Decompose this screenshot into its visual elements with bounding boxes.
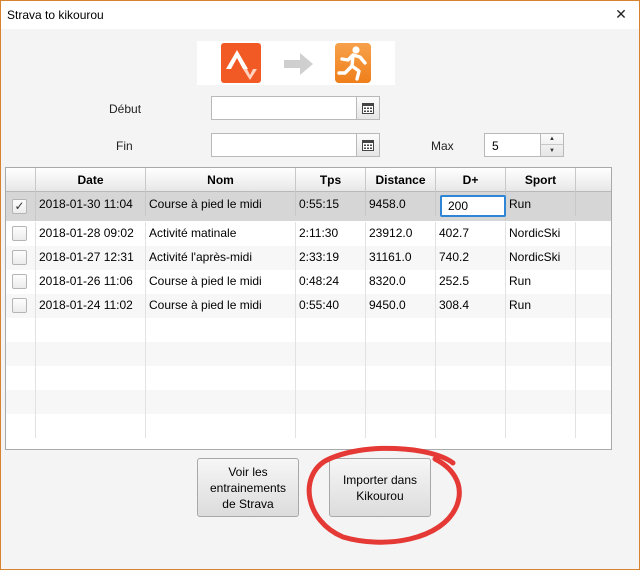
- row-checkbox[interactable]: [12, 274, 27, 289]
- row-checkbox[interactable]: ✓: [12, 199, 27, 214]
- column-header-check[interactable]: [6, 168, 36, 192]
- cell-nom: Course à pied le midi: [146, 294, 296, 318]
- cell-distance: 31161.0: [366, 246, 436, 270]
- empty-row: [6, 342, 611, 366]
- cell-dplus: 740.2: [436, 246, 506, 270]
- column-header-tps[interactable]: Tps: [296, 168, 366, 192]
- table-header: Date Nom Tps Distance D+ Sport: [6, 168, 611, 192]
- cell-nom: Activité matinale: [146, 222, 296, 246]
- row-checkbox-cell: ✓: [6, 192, 36, 221]
- voir-entrainements-button[interactable]: Voir les entrainements de Strava: [197, 458, 299, 517]
- voir-entrainements-label: Voir les entrainements de Strava: [210, 464, 286, 512]
- column-header-dplus[interactable]: D+: [436, 168, 506, 192]
- voir-label-line1: Voir les: [228, 464, 268, 479]
- app-window: Strava to kikourou ✕ Début Fin Max 5 ▲ ▼…: [0, 0, 640, 570]
- title-bar: Strava to kikourou ✕: [1, 1, 639, 29]
- empty-row: [6, 318, 611, 342]
- voir-label-line3: de Strava: [222, 496, 274, 511]
- debut-label: Début: [109, 102, 142, 116]
- empty-row: [6, 390, 611, 414]
- column-header-date[interactable]: Date: [36, 168, 146, 192]
- cell-distance: 8320.0: [366, 270, 436, 294]
- row-checkbox-cell: [6, 270, 36, 294]
- column-header-sport[interactable]: Sport: [506, 168, 576, 192]
- fin-date-input[interactable]: [211, 133, 357, 157]
- cell-sport: Run: [506, 294, 576, 318]
- cell-date: 2018-01-24 11:02: [36, 294, 146, 318]
- voir-label-line2: entrainements: [209, 480, 287, 495]
- strava-logo-icon: [221, 43, 261, 83]
- kikourou-runner-icon: [335, 43, 371, 83]
- table-row[interactable]: 2018-01-27 12:31 Activité l'après-midi 2…: [6, 246, 611, 270]
- cell-distance: 9450.0: [366, 294, 436, 318]
- row-checkbox-cell: [6, 246, 36, 270]
- cell-date: 2018-01-27 12:31: [36, 246, 146, 270]
- cell-date: 2018-01-28 09:02: [36, 222, 146, 246]
- table-row[interactable]: ✓ 2018-01-30 11:04 Course à pied le midi…: [6, 192, 611, 221]
- row-checkbox[interactable]: [12, 250, 27, 265]
- cell-dplus: 402.7: [436, 222, 506, 246]
- spinner-down-icon[interactable]: ▼: [541, 145, 563, 156]
- debut-date-input[interactable]: [211, 96, 357, 120]
- cell-tps: 0:55:15: [296, 192, 366, 216]
- empty-row: [6, 366, 611, 390]
- annotation-circle: [306, 445, 462, 545]
- cell-dplus: 252.5: [436, 270, 506, 294]
- cell-nom: Course à pied le midi: [146, 270, 296, 294]
- fin-calendar-button[interactable]: [356, 133, 380, 157]
- cell-sport: NordicSki: [506, 246, 576, 270]
- row-checkbox-cell: [6, 222, 36, 246]
- fin-label: Fin: [116, 139, 133, 153]
- table-row[interactable]: 2018-01-28 09:02 Activité matinale 2:11:…: [6, 222, 611, 246]
- cell-date: 2018-01-26 11:06: [36, 270, 146, 294]
- max-spinner-buttons: ▲ ▼: [540, 133, 564, 157]
- table-row[interactable]: 2018-01-26 11:06 Course à pied le midi 0…: [6, 270, 611, 294]
- cell-nom: Activité l'après-midi: [146, 246, 296, 270]
- row-checkbox[interactable]: [12, 226, 27, 241]
- cell-tps: 0:55:40: [296, 294, 366, 318]
- row-checkbox-cell: [6, 294, 36, 318]
- cell-tps: 2:33:19: [296, 246, 366, 270]
- spinner-up-icon[interactable]: ▲: [541, 134, 563, 145]
- cell-sport: Run: [506, 270, 576, 294]
- max-label: Max: [431, 139, 454, 153]
- cell-distance: 23912.0: [366, 222, 436, 246]
- cell-sport: NordicSki: [506, 222, 576, 246]
- max-spinner-input[interactable]: 5: [484, 133, 540, 157]
- activities-table: Date Nom Tps Distance D+ Sport ✓ 2018-01…: [5, 167, 612, 450]
- cell-tps: 0:48:24: [296, 270, 366, 294]
- column-header-distance[interactable]: Distance: [366, 168, 436, 192]
- logos-banner: [197, 41, 395, 85]
- cell-date: 2018-01-30 11:04: [36, 192, 146, 216]
- window-title: Strava to kikourou: [7, 8, 104, 22]
- table-row[interactable]: 2018-01-24 11:02 Course à pied le midi 0…: [6, 294, 611, 318]
- dplus-edit-input[interactable]: [440, 195, 506, 217]
- cell-nom: Course à pied le midi: [146, 192, 296, 216]
- cell-dplus: 308.4: [436, 294, 506, 318]
- cell-sport: Run: [506, 192, 576, 216]
- row-checkbox[interactable]: [12, 298, 27, 313]
- column-header-nom[interactable]: Nom: [146, 168, 296, 192]
- calendar-icon: [362, 139, 374, 151]
- cell-distance: 9458.0: [366, 192, 436, 216]
- close-icon[interactable]: ✕: [613, 6, 629, 22]
- debut-calendar-button[interactable]: [356, 96, 380, 120]
- calendar-icon: [362, 102, 374, 114]
- empty-row: [6, 414, 611, 438]
- arrow-right-icon: [284, 53, 314, 78]
- cell-tps: 2:11:30: [296, 222, 366, 246]
